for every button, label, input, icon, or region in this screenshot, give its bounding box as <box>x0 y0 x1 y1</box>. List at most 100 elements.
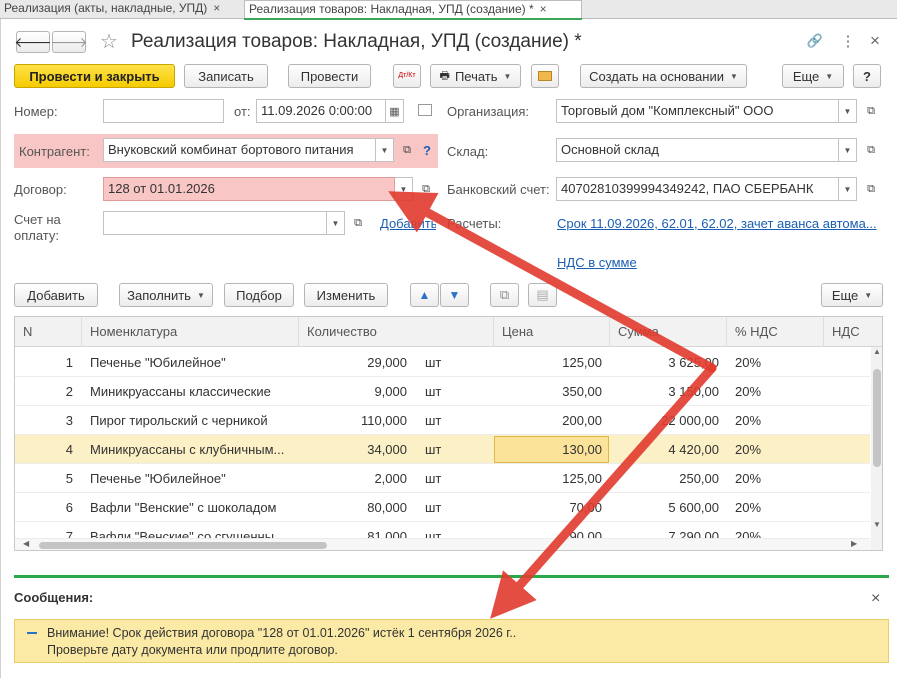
invoice-label: Счет на оплату: <box>14 212 61 244</box>
cell-sum: 3 150,00 <box>668 384 719 399</box>
counterparty-input[interactable]: Внуковский комбинат бортового питания <box>103 138 376 162</box>
more-label: Еще <box>792 68 820 84</box>
help-button[interactable]: ? <box>853 64 881 88</box>
contract-label: Договор: <box>14 182 67 197</box>
cell-n: 6 <box>65 500 73 515</box>
link-icon[interactable]: 🔗 <box>804 30 826 52</box>
close-icon[interactable]: × <box>540 2 547 16</box>
caret-down-icon[interactable]: ▼ <box>327 211 345 235</box>
copy-icon[interactable]: ⧉ <box>490 283 519 307</box>
add-invoice-link[interactable]: Добавить <box>380 216 436 231</box>
table-row[interactable]: 2 Миникруассаны классические 9,000 шт 35… <box>15 377 870 406</box>
paste-icon[interactable]: ▤ <box>528 283 557 307</box>
open-icon[interactable]: ⧉ <box>861 138 881 162</box>
scroll-left-icon[interactable]: ◀ <box>23 539 29 548</box>
table-row[interactable]: 3 Пирог тирольский с черникой 110,000 шт… <box>15 406 870 435</box>
table-row-selected[interactable]: 4 Миникруассаны с клубничным... 34,000 ш… <box>15 435 870 464</box>
close-icon[interactable]: × <box>871 590 880 608</box>
cell-vat: 20% <box>735 529 762 539</box>
open-icon[interactable]: ⧉ <box>861 99 881 123</box>
col-n[interactable]: N <box>15 317 82 347</box>
calendar-icon[interactable]: ▦ <box>386 99 404 123</box>
cell-qty: 80,000 <box>367 500 407 515</box>
contract-input[interactable]: 128 от 01.01.2026 <box>103 177 395 201</box>
date-input[interactable]: 11.09.2026 0:00:00 <box>256 99 386 123</box>
change-button[interactable]: Изменить <box>304 283 388 307</box>
cell-price: 125,00 <box>562 471 602 486</box>
cell-name: Пирог тирольский с черникой <box>90 413 268 428</box>
messages-title: Сообщения: <box>14 590 94 605</box>
fill-button[interactable]: Заполнить ▼ <box>119 283 213 307</box>
forward-button[interactable]: 🡒 <box>50 31 88 53</box>
cell-price-focused[interactable]: 130,00 <box>494 436 609 463</box>
move-down-icon[interactable]: ▼ <box>440 283 469 307</box>
bank-account-input[interactable]: 40702810399994349242, ПАО СБЕРБАНК <box>556 177 839 201</box>
messages-divider <box>14 575 889 578</box>
star-icon[interactable]: ☆ <box>98 30 120 53</box>
caret-down-icon[interactable]: ▼ <box>395 177 413 201</box>
email-button[interactable] <box>531 64 559 88</box>
settlements-link[interactable]: Срок 11.09.2026, 62.01, 62.02, зачет ава… <box>557 216 881 231</box>
open-icon[interactable]: ⧉ <box>348 211 368 235</box>
organization-input[interactable]: Торговый дом "Комплексный" ООО <box>556 99 839 123</box>
table-more-button[interactable]: Еще ▼ <box>821 283 883 307</box>
warehouse-input[interactable]: Основной склад <box>556 138 839 162</box>
col-vat[interactable]: НДС <box>824 317 871 347</box>
move-up-icon[interactable]: ▲ <box>410 283 439 307</box>
open-icon[interactable]: ⧉ <box>416 177 436 201</box>
help-icon[interactable]: ? <box>423 143 431 158</box>
table-row[interactable]: 5 Печенье "Юбилейное" 2,000 шт 125,00 25… <box>15 464 870 493</box>
post-and-close-button[interactable]: Провести и закрыть <box>14 64 175 88</box>
cell-qty: 29,000 <box>367 355 407 370</box>
back-button[interactable]: 🡐 <box>14 31 52 53</box>
cell-qty: 2,000 <box>374 471 407 486</box>
vertical-scroll-thumb[interactable] <box>873 369 881 467</box>
open-icon[interactable]: ⧉ <box>397 138 417 162</box>
more-icon[interactable]: ⋮ <box>837 30 859 52</box>
table-row[interactable]: 6 Вафли "Венские" с шоколадом 80,000 шт … <box>15 493 870 522</box>
close-icon[interactable]: × <box>213 1 220 15</box>
col-vat-rate[interactable]: % НДС <box>727 317 824 347</box>
dt-kt-icon[interactable]: Дт/Кт <box>393 64 421 88</box>
save-button[interactable]: Записать <box>184 64 268 88</box>
caret-down-icon[interactable]: ▼ <box>839 99 857 123</box>
scroll-right-icon[interactable]: ▶ <box>851 539 857 548</box>
more-button[interactable]: Еще ▼ <box>782 64 844 88</box>
select-button[interactable]: Подбор <box>224 283 294 307</box>
horizontal-scrollbar[interactable]: ◀ ▶ <box>15 539 871 550</box>
post-button[interactable]: Провести <box>288 64 371 88</box>
caret-down-icon[interactable]: ▼ <box>376 138 394 162</box>
create-based-on-button[interactable]: Создать на основании ▼ <box>580 64 747 88</box>
tab-realization-create[interactable]: Реализация товаров: Накладная, УПД (созд… <box>244 0 582 20</box>
invoice-input[interactable] <box>103 211 327 235</box>
cell-name: Вафли "Венские" с шоколадом <box>90 500 277 515</box>
vat-link[interactable]: НДС в сумме <box>557 255 637 270</box>
table-row[interactable]: 7 Вафли "Венские" со сгущенны... 81,000 … <box>15 522 870 539</box>
cell-price: 125,00 <box>562 355 602 370</box>
arrow-left-icon: 🡐 <box>14 33 52 50</box>
caret-down-icon[interactable]: ▼ <box>839 138 857 162</box>
close-icon[interactable]: × <box>864 30 886 52</box>
col-nomenclature[interactable]: Номенклатура <box>82 317 299 347</box>
vertical-scrollbar[interactable]: ▲ ▼ <box>871 347 882 550</box>
open-icon[interactable]: ⧉ <box>861 177 881 201</box>
comment-icon[interactable] <box>418 104 432 116</box>
cell-n: 1 <box>65 355 73 370</box>
col-quantity[interactable]: Количество <box>299 317 494 347</box>
horizontal-scroll-thumb[interactable] <box>39 542 327 549</box>
add-row-button[interactable]: Добавить <box>14 283 98 307</box>
create-based-label: Создать на основании <box>589 68 724 84</box>
tab-realization-list[interactable]: Реализация (акты, накладные, УПД) × <box>0 0 242 19</box>
scroll-down-icon[interactable]: ▼ <box>873 520 881 529</box>
col-price[interactable]: Цена <box>494 317 610 347</box>
cell-sum: 4 420,00 <box>668 442 719 457</box>
col-sum[interactable]: Сумма <box>610 317 727 347</box>
scroll-up-icon[interactable]: ▲ <box>873 347 881 356</box>
number-input[interactable] <box>103 99 224 123</box>
table-row[interactable]: 1 Печенье "Юбилейное" 29,000 шт 125,00 3… <box>15 348 870 377</box>
print-button[interactable]: 🖶 Печать ▼ <box>430 64 521 88</box>
cell-sum: 7 290,00 <box>668 529 719 539</box>
warning-message[interactable]: Внимание! Срок действия договора "128 от… <box>14 619 889 663</box>
cell-n: 7 <box>65 529 73 539</box>
caret-down-icon[interactable]: ▼ <box>839 177 857 201</box>
